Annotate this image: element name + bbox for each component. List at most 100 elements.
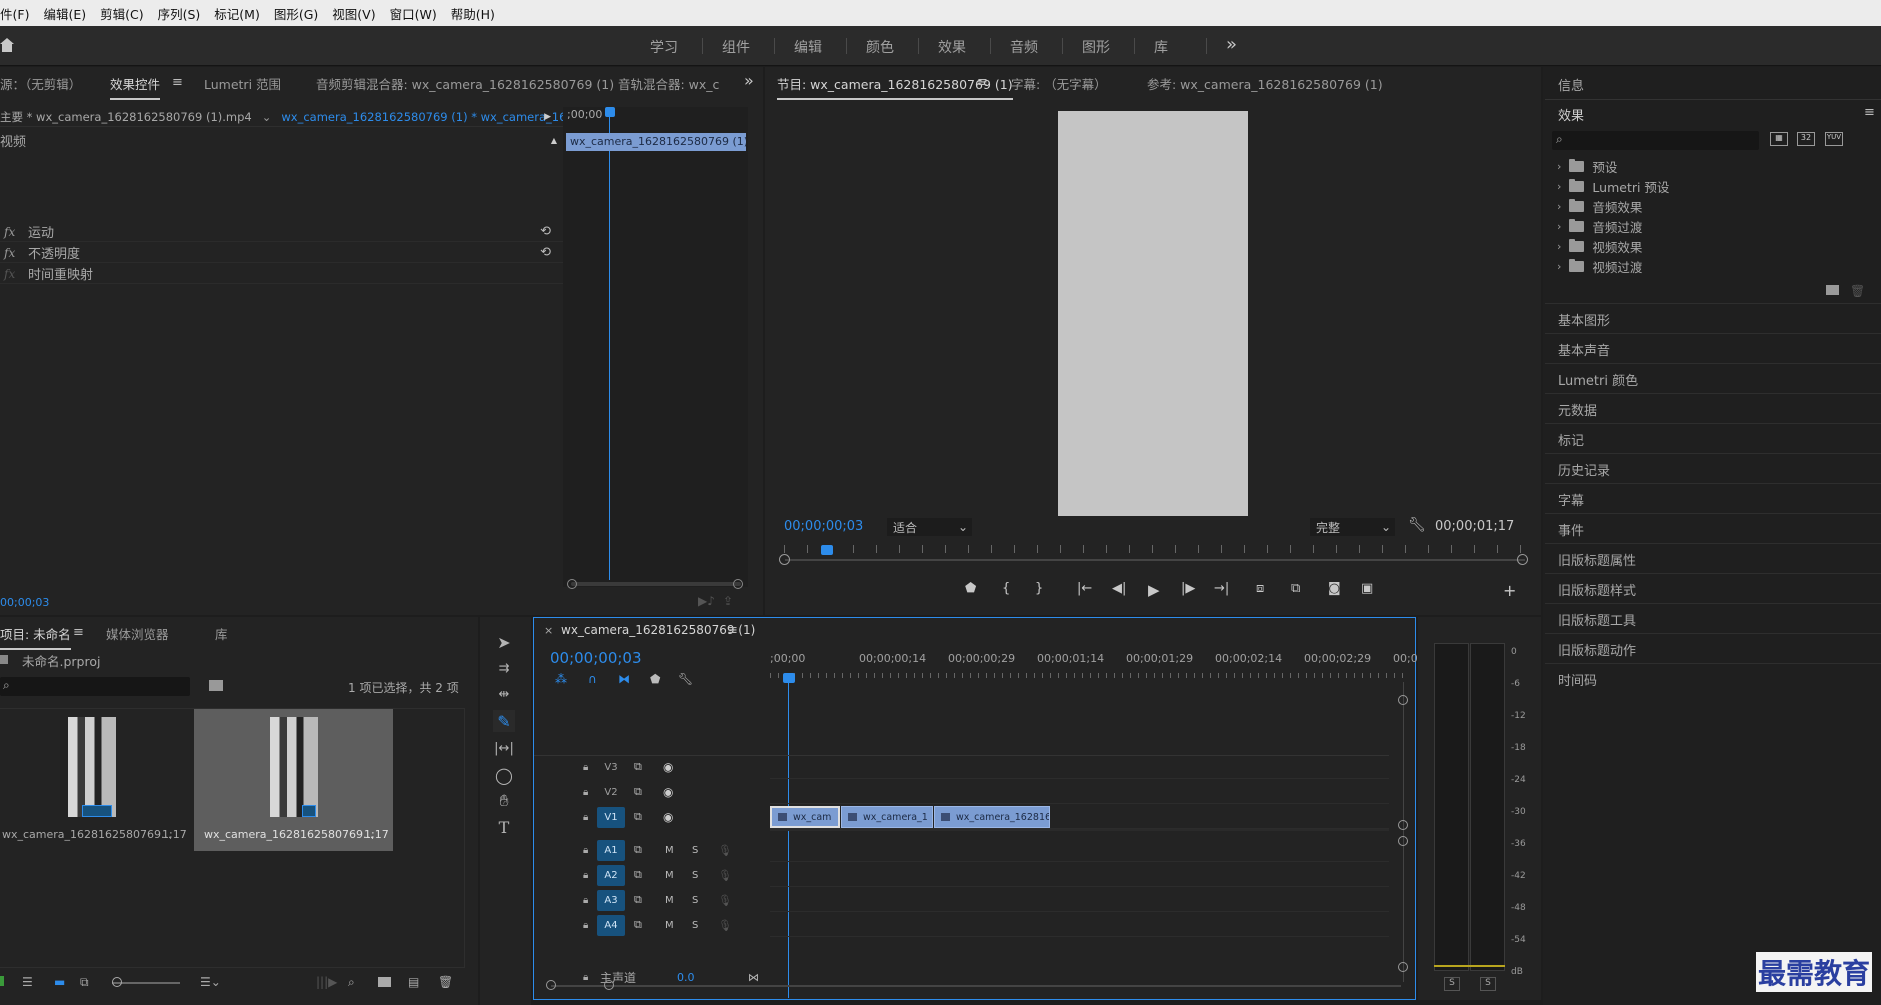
step-back-icon[interactable]: ◀|	[1112, 581, 1126, 596]
panel-title[interactable]: 基本图形	[1558, 310, 1610, 329]
lock-icon[interactable]: 🔒︎	[583, 920, 588, 931]
project-search-input[interactable]: ⌕	[0, 677, 190, 696]
snap-icon[interactable]: ∩	[588, 672, 597, 686]
hand-tool-icon[interactable]: ✋︎	[493, 790, 515, 812]
clip-dropdown-icon[interactable]: ⌄	[262, 110, 272, 124]
project-menu-icon[interactable]: ≡	[73, 625, 84, 640]
track-lane[interactable]	[770, 911, 1389, 912]
more-tabs-icon[interactable]: »	[744, 71, 754, 90]
yuv-effects-icon[interactable]: YUV	[1825, 132, 1843, 146]
effect-row[interactable]: fx 运动 ⟲	[0, 222, 563, 242]
go-to-in-icon[interactable]: |←	[1077, 581, 1092, 596]
lock-icon[interactable]	[0, 976, 4, 986]
timeline-clip[interactable]: wx_camera_162816	[934, 806, 1050, 828]
new-bin-icon[interactable]	[1826, 285, 1839, 295]
solo-button[interactable]: S	[692, 920, 698, 931]
export-icon[interactable]: ⇪	[723, 594, 733, 608]
vscroll-top-handle[interactable]	[1398, 695, 1408, 705]
linked-selection-icon[interactable]: ⧓	[618, 672, 630, 686]
effects-tree-item[interactable]: › 音频过渡	[1557, 217, 1642, 235]
workspace-tab[interactable]: 音频	[1010, 37, 1038, 57]
pen-tool-icon[interactable]: ◯	[493, 764, 515, 786]
effect-row[interactable]: fx 不透明度 ⟲	[0, 243, 563, 263]
fx-toggle-icon[interactable]: fx	[4, 246, 24, 260]
compare-view-icon[interactable]: ▣	[1361, 581, 1373, 596]
mark-in-icon[interactable]: {	[1002, 581, 1010, 596]
sync-lock-icon[interactable]: ⧉	[634, 918, 642, 932]
extract-icon[interactable]: ⧉	[1291, 581, 1300, 596]
menu-item[interactable]: 标记(M)	[214, 4, 260, 23]
eye-icon[interactable]: ◉	[663, 810, 673, 824]
more-workspaces-icon[interactable]: »	[1226, 34, 1237, 55]
tab-captions[interactable]: 字幕: （无字幕）	[1011, 74, 1107, 93]
timeline-settings-icon[interactable]: 🔧︎	[678, 672, 693, 686]
info-panel-title[interactable]: 信息	[1558, 75, 1584, 94]
sync-lock-icon[interactable]: ⧉	[634, 760, 642, 774]
menu-item[interactable]: 编辑(E)	[43, 4, 86, 23]
microphone-icon[interactable]: 🎙︎	[718, 919, 732, 932]
add-marker-icon[interactable]: ⬟	[965, 581, 976, 596]
microphone-icon[interactable]: 🎙︎	[718, 869, 732, 882]
project-item-card-selected[interactable]: wx_camera_1628162580769... 1;17	[194, 709, 393, 851]
chevron-right-icon[interactable]: ›	[1557, 220, 1561, 233]
step-forward-icon[interactable]: |▶	[1181, 581, 1195, 596]
type-tool-icon[interactable]: T	[493, 816, 515, 838]
menu-item[interactable]: 件(F)	[0, 4, 29, 23]
timeline-timecode[interactable]: 00;00;00;03	[550, 649, 642, 667]
track-lane[interactable]	[770, 886, 1389, 887]
effect-row[interactable]: fx 时间重映射	[0, 264, 563, 284]
sort-icon[interactable]: ☰⌄	[200, 975, 221, 989]
sync-lock-icon[interactable]: ⧉	[634, 810, 642, 824]
timeline-clip[interactable]: wx_cam	[770, 806, 840, 828]
lock-icon[interactable]: 🔒︎	[583, 787, 588, 798]
track-lane[interactable]	[770, 778, 1389, 779]
program-timecode[interactable]: 00;00;00;03	[784, 519, 863, 534]
effect-controls-timecode[interactable]: 00;00;03	[0, 596, 49, 609]
panel-title[interactable]: 旧版标题属性	[1558, 550, 1636, 569]
track-target-toggle[interactable]: V1	[597, 806, 625, 828]
slip-tool-icon[interactable]: |↔|	[493, 737, 515, 759]
track-target-toggle[interactable]: A1	[597, 839, 625, 861]
panel-title[interactable]: 基本声音	[1558, 340, 1610, 359]
track-target-toggle[interactable]: V2	[597, 782, 625, 803]
close-icon[interactable]: ×	[544, 624, 553, 637]
panel-title[interactable]: 时间码	[1558, 670, 1597, 689]
effects-tree-item[interactable]: › 预设	[1557, 157, 1617, 175]
lock-icon[interactable]: 🔒︎	[583, 895, 588, 906]
track-lane[interactable]	[770, 861, 1389, 862]
chevron-right-icon[interactable]: ›	[1557, 180, 1561, 193]
vscroll-mid-handle-2[interactable]	[1398, 836, 1408, 846]
mute-button[interactable]: M	[665, 895, 674, 906]
lock-icon[interactable]: 🔒︎	[583, 972, 588, 983]
tab-audio-track-mixer[interactable]: 音轨混合器: wx_ca	[618, 74, 720, 93]
find-bin-icon[interactable]	[209, 680, 223, 691]
reset-icon[interactable]: ⟲	[540, 245, 551, 260]
chevron-right-icon[interactable]: ›	[1557, 160, 1561, 173]
delete-icon[interactable]: 🗑︎	[438, 975, 453, 989]
timeline-menu-icon[interactable]: ≡	[727, 623, 738, 638]
chevron-right-icon[interactable]: ›	[1557, 240, 1561, 253]
lock-icon[interactable]: 🔒︎	[583, 812, 588, 823]
sync-lock-icon[interactable]: ⧉	[634, 843, 642, 857]
workspace-tab[interactable]: 效果	[938, 37, 966, 57]
track-lane[interactable]	[770, 828, 1389, 829]
quality-dropdown[interactable]: 完整 ⌄	[1310, 518, 1395, 536]
panel-title[interactable]: 旧版标题样式	[1558, 580, 1636, 599]
scroll-up-icon[interactable]: ▲	[551, 136, 557, 145]
automate-icon[interactable]: |||▶	[316, 975, 337, 989]
ripple-edit-tool-icon[interactable]: ⇹	[493, 683, 515, 705]
workspace-tab[interactable]: 图形	[1082, 37, 1110, 57]
mute-button[interactable]: M	[665, 870, 674, 881]
tab-reference[interactable]: 参考: wx_camera_1628162580769 (1)	[1147, 74, 1383, 93]
menu-item[interactable]: 剪辑(C)	[100, 4, 143, 23]
menu-item[interactable]: 帮助(H)	[451, 4, 495, 23]
master-toggle-icon[interactable]: ⋈	[748, 971, 759, 984]
effects-search-input[interactable]: ⌕	[1552, 131, 1759, 150]
timeline-hscroll[interactable]	[551, 985, 1401, 987]
lock-icon[interactable]: 🔒︎	[583, 870, 588, 881]
tab-audio-clip-mixer[interactable]: 音频剪辑混合器: wx_camera_1628162580769 (1)	[316, 74, 614, 93]
tab-effect-controls[interactable]: 效果控件	[110, 74, 161, 100]
track-lane[interactable]	[770, 803, 1389, 804]
fit-dropdown[interactable]: 适合 ⌄	[887, 518, 972, 536]
eye-icon[interactable]: ◉	[663, 760, 673, 774]
